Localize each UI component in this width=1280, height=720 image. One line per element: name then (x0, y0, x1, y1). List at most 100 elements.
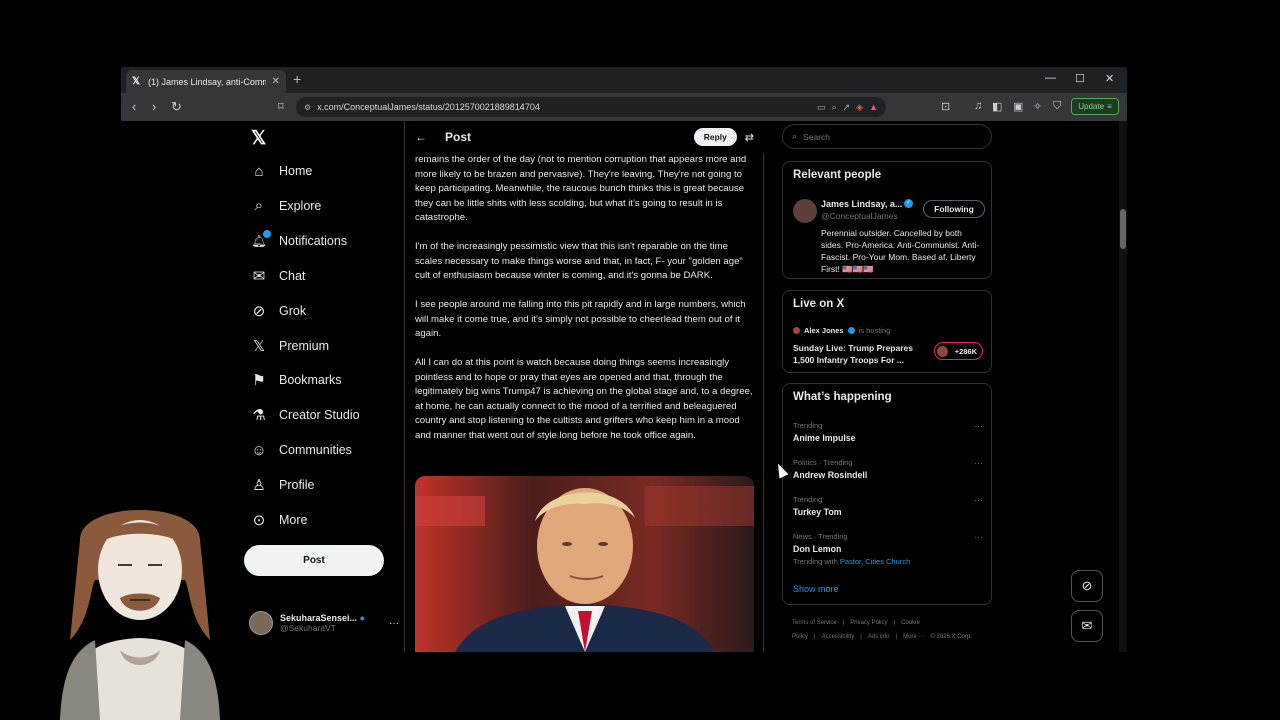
active-tab[interactable]: 𝕏 (1) James Lindsay, anti-Commun ✕ (126, 70, 286, 93)
sliders-icon[interactable]: ⇄ (745, 131, 754, 144)
footer-separator: | (895, 634, 898, 640)
more-dots-icon[interactable]: ··· (389, 618, 399, 629)
live-title: Live on X (793, 298, 845, 310)
search-box[interactable]: ⌕ (782, 124, 992, 149)
nav-item-notifications[interactable]: 🔔︎ Notifications (251, 229, 347, 253)
nav-label: Premium (279, 338, 330, 353)
host-avatar (793, 327, 800, 334)
following-button[interactable]: Following (923, 200, 985, 218)
nav-item-communities[interactable]: ☺ Communities (251, 438, 352, 462)
ai-icon[interactable]: ✧ (1033, 100, 1042, 113)
cast-icon[interactable]: ▭ (817, 102, 826, 113)
post-button[interactable]: Post (244, 545, 384, 576)
person-icon: ♙ (252, 477, 266, 495)
window-close-icon[interactable]: ✕ (1105, 72, 1114, 85)
forward-icon[interactable]: › (152, 99, 156, 114)
nav-item-creator-studio[interactable]: ⚗ Creator Studio (251, 403, 359, 427)
post-paragraph: All I can do at this point is watch beca… (415, 357, 753, 441)
site-info-icon[interactable]: ⚙ (304, 103, 311, 112)
trend-related-links[interactable]: Pastor, Cities Church (840, 557, 910, 566)
avatar[interactable] (793, 199, 817, 223)
relevant-people-title: Relevant people (793, 169, 882, 181)
brave-rewards-icon[interactable]: ▲ (869, 102, 878, 112)
footer-link[interactable]: Privacy Policy (850, 620, 887, 626)
people-icon: ☺ (251, 441, 267, 459)
post-column: remains the order of the day (not to men… (404, 121, 764, 652)
person-name[interactable]: James Lindsay, a... (821, 199, 902, 209)
person-bio: Perennial outsider. Cancelled by both si… (821, 228, 980, 274)
page-title: Post (445, 130, 472, 144)
trend-item[interactable]: Politics · Trending Andrew Rosindell ··· (793, 458, 983, 480)
tab-close-icon[interactable]: ✕ (272, 76, 280, 87)
nav-label: Bookmarks (279, 373, 342, 388)
live-on-x-card[interactable]: Live on X Alex Jones is hosting Sunday L… (782, 290, 992, 373)
relevant-people-card: Relevant people James Lindsay, a... ✓ @C… (782, 161, 992, 279)
update-button[interactable]: Update ≡ (1071, 98, 1119, 115)
search-icon: ⌕ (792, 131, 798, 141)
more-dots-icon[interactable]: ··· (974, 421, 983, 431)
live-listener-count[interactable]: +286K (934, 342, 983, 360)
flask-icon: ⚗ (252, 407, 266, 425)
show-more-link[interactable]: Show more (793, 584, 839, 594)
verified-icon: ✓ (904, 199, 913, 208)
more-dots-icon[interactable]: ··· (974, 495, 983, 505)
footer-link[interactable]: Ads info (868, 634, 890, 640)
nav-item-premium[interactable]: 𝕏 Premium (251, 334, 329, 358)
scrollbar-thumb[interactable] (1120, 209, 1126, 249)
share-icon[interactable]: ↗ (843, 102, 851, 113)
back-icon[interactable]: ‹ (132, 99, 136, 114)
avatar (249, 611, 273, 635)
right-sidebar: ⌕ Relevant people James Lindsay, a... ✓ … (782, 121, 993, 652)
post-header: ← Post Reply ⇄ (405, 121, 764, 153)
footer-separator: | (814, 634, 816, 640)
minimize-icon[interactable]: — (1045, 72, 1056, 84)
listener-avatar (937, 345, 948, 357)
page-scrollbar[interactable] (1119, 121, 1127, 652)
bell-icon: 🔔︎ (251, 229, 271, 248)
music-icon[interactable]: ♫ (974, 100, 982, 112)
trend-item[interactable]: Trending Turkey Tom ··· (793, 495, 983, 517)
brave-shield-icon[interactable]: ◈ (856, 102, 863, 113)
screenshot-icon[interactable]: ⊡ (941, 100, 950, 113)
more-dots-icon[interactable]: ··· (974, 532, 983, 542)
nav-label: Communities (279, 443, 352, 458)
live-stream-title[interactable]: Sunday Live: Trump Prepares 1,500 Infant… (793, 342, 928, 366)
x-icon: 𝕏 (252, 337, 266, 355)
new-tab-button[interactable]: + (293, 71, 301, 87)
nav-item-grok[interactable]: ⊘ Grok (251, 299, 306, 323)
nav-item-bookmarks[interactable]: ⚑ Bookmarks (251, 368, 342, 392)
reply-button[interactable]: Reply (693, 128, 737, 146)
nav-item-explore[interactable]: ⌕ Explore (251, 194, 322, 218)
address-bar: ‹ › ↻ ⌑ ⚙ x.com/ConceptualJames/status/2… (121, 93, 1127, 121)
back-arrow-icon[interactable]: ← (415, 130, 427, 144)
vpn-icon[interactable]: ⛉ (1053, 100, 1061, 113)
post-image[interactable] (415, 476, 754, 652)
grok-fab-icon[interactable]: ⊘ (1071, 570, 1103, 602)
maximize-icon[interactable]: ☐ (1075, 72, 1085, 85)
footer-link[interactable]: More ··· (903, 634, 924, 640)
nav-item-more[interactable]: ⊙ More (251, 508, 308, 532)
trend-item[interactable]: Trending Anime Impulse ··· (793, 421, 983, 443)
trend-item[interactable]: News · Trending Don Lemon Trending with … (793, 532, 983, 566)
account-switcher[interactable]: SekuharaSensei... ● @SekuharaVT ··· (249, 608, 399, 638)
zoom-icon[interactable]: ⌕ (832, 102, 837, 113)
search-input[interactable] (803, 131, 974, 142)
nav-item-chat[interactable]: ✉ Chat (251, 264, 306, 288)
grok-icon: ⊘ (252, 302, 266, 320)
url-field[interactable]: ⚙ x.com/ConceptualJames/status/201257002… (296, 97, 886, 117)
footer-link[interactable]: Accessibility (822, 634, 855, 640)
nav-item-profile[interactable]: ♙ Profile (251, 473, 314, 497)
page-viewport: 𝕏 ⌂ Home ⌕ Explore 🔔︎ Notifications ✉ Chat ⊘ Grok… (121, 121, 1127, 652)
mail-icon: ✉ (252, 267, 266, 285)
wallet-icon[interactable]: ▣ (1013, 100, 1023, 113)
x-logo-icon[interactable]: 𝕏 (251, 127, 266, 150)
bookmark-page-icon[interactable]: ⌑ (278, 100, 284, 113)
reload-icon[interactable]: ↻ (171, 99, 182, 115)
messages-fab-icon[interactable]: ✉ (1071, 610, 1103, 642)
nav-item-home[interactable]: ⌂ Home (251, 159, 312, 183)
sidebar-icon[interactable]: ◧ (992, 100, 1002, 113)
more-dots-icon[interactable]: ··· (974, 458, 983, 468)
footer-link[interactable]: Terms of Service (792, 620, 837, 626)
footer-link[interactable]: © 2026 X Corp. (930, 634, 971, 640)
update-label: Update (1078, 102, 1105, 111)
